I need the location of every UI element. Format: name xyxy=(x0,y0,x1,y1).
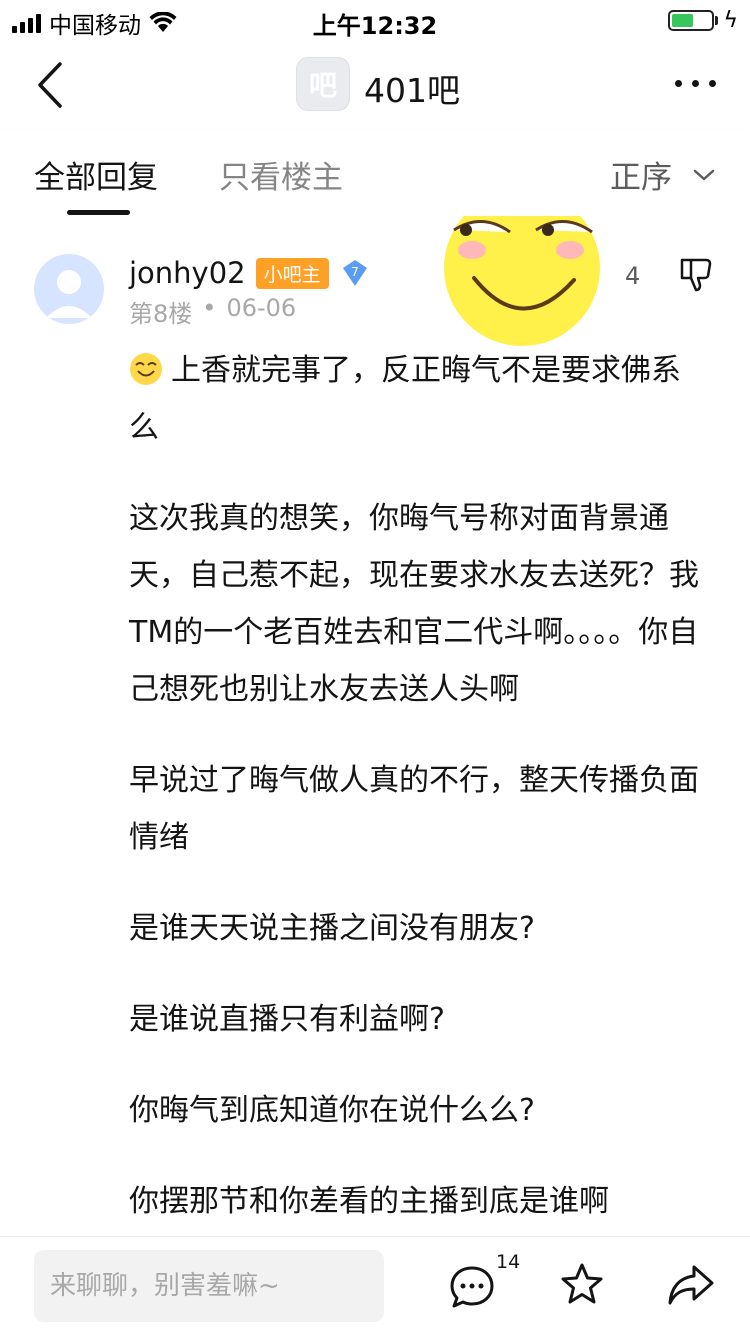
active-tab-indicator xyxy=(67,210,130,215)
post-paragraph-4: 是谁天天说主播之间没有朋友? xyxy=(129,911,535,946)
smile-emoji-icon xyxy=(130,353,162,385)
share-icon[interactable] xyxy=(666,1261,716,1309)
nav-bar: 吧 401吧 xyxy=(0,40,750,130)
battery-icon xyxy=(668,10,714,31)
reply-post: jonhy02 小吧主 7 第8楼 • 06-06 4 上香就完事了，反正晦气不… xyxy=(0,216,750,1236)
status-time: 上午12:32 xyxy=(312,12,438,40)
author-line: jonhy02 小吧主 7 xyxy=(129,256,371,290)
status-bar: 中国移动 上午12:32 ϟ xyxy=(0,0,750,40)
meta-separator: • xyxy=(202,294,217,322)
star-icon[interactable] xyxy=(558,1261,606,1309)
author-name[interactable]: jonhy02 xyxy=(129,256,246,290)
avatar[interactable] xyxy=(34,254,104,324)
post-paragraph-6: 你晦气到底知道你在说什么么? xyxy=(129,1093,535,1128)
sort-label: 正序 xyxy=(610,160,672,196)
post-paragraph-3: 早说过了晦气做人真的不行，整天传播负面情绪 xyxy=(129,763,699,855)
battery-tip xyxy=(715,16,718,25)
role-badge: 小吧主 xyxy=(255,257,329,289)
comment-icon[interactable] xyxy=(448,1263,496,1311)
floor-number: 第8楼 xyxy=(129,300,193,328)
reply-tabs: 全部回复 只看楼主 正序 xyxy=(0,130,750,216)
comment-count: 14 xyxy=(496,1251,521,1273)
post-paragraph-1: 上香就完事了，反正晦气不是要求佛系么 xyxy=(129,342,709,456)
post-paragraph-7: 你摆那节和你差看的主播到底是谁啊 xyxy=(129,1184,609,1219)
post-meta: 第8楼 • 06-06 xyxy=(129,294,296,329)
post-paragraph-2: 这次我真的想笑，你晦气号称对面背景通天，自己惹不起，现在要求水友去送死？我TM的… xyxy=(129,501,699,707)
back-icon[interactable] xyxy=(26,58,76,112)
charging-icon: ϟ xyxy=(723,8,738,33)
tab-all-replies[interactable]: 全部回复 xyxy=(34,152,158,197)
forum-title[interactable]: 401吧 xyxy=(364,64,460,112)
thumbs-down-icon[interactable] xyxy=(676,254,716,294)
smirk-emoji-sticker xyxy=(444,216,600,346)
forum-logo[interactable]: 吧 xyxy=(296,57,350,111)
reply-input[interactable] xyxy=(34,1250,384,1322)
sort-dropdown[interactable]: 正序 xyxy=(610,152,716,197)
like-count: 4 xyxy=(625,262,641,290)
more-options-icon[interactable] xyxy=(675,80,716,87)
level-badge-icon: 7 xyxy=(342,260,367,286)
post-content: 上香就完事了，反正晦气不是要求佛系么 这次我真的想笑，你晦气号称对面背景通天，自… xyxy=(129,342,709,1236)
level-number: 7 xyxy=(351,265,359,279)
post-paragraph-1-text: 上香就完事了，反正晦气不是要求佛系么 xyxy=(129,353,681,445)
post-date: 06-06 xyxy=(226,294,297,322)
bottom-bar: 14 xyxy=(0,1236,750,1334)
chevron-down-icon xyxy=(693,169,715,180)
tab-owner-only[interactable]: 只看楼主 xyxy=(219,152,343,197)
post-paragraph-5: 是谁说直播只有利益啊? xyxy=(129,1002,445,1037)
